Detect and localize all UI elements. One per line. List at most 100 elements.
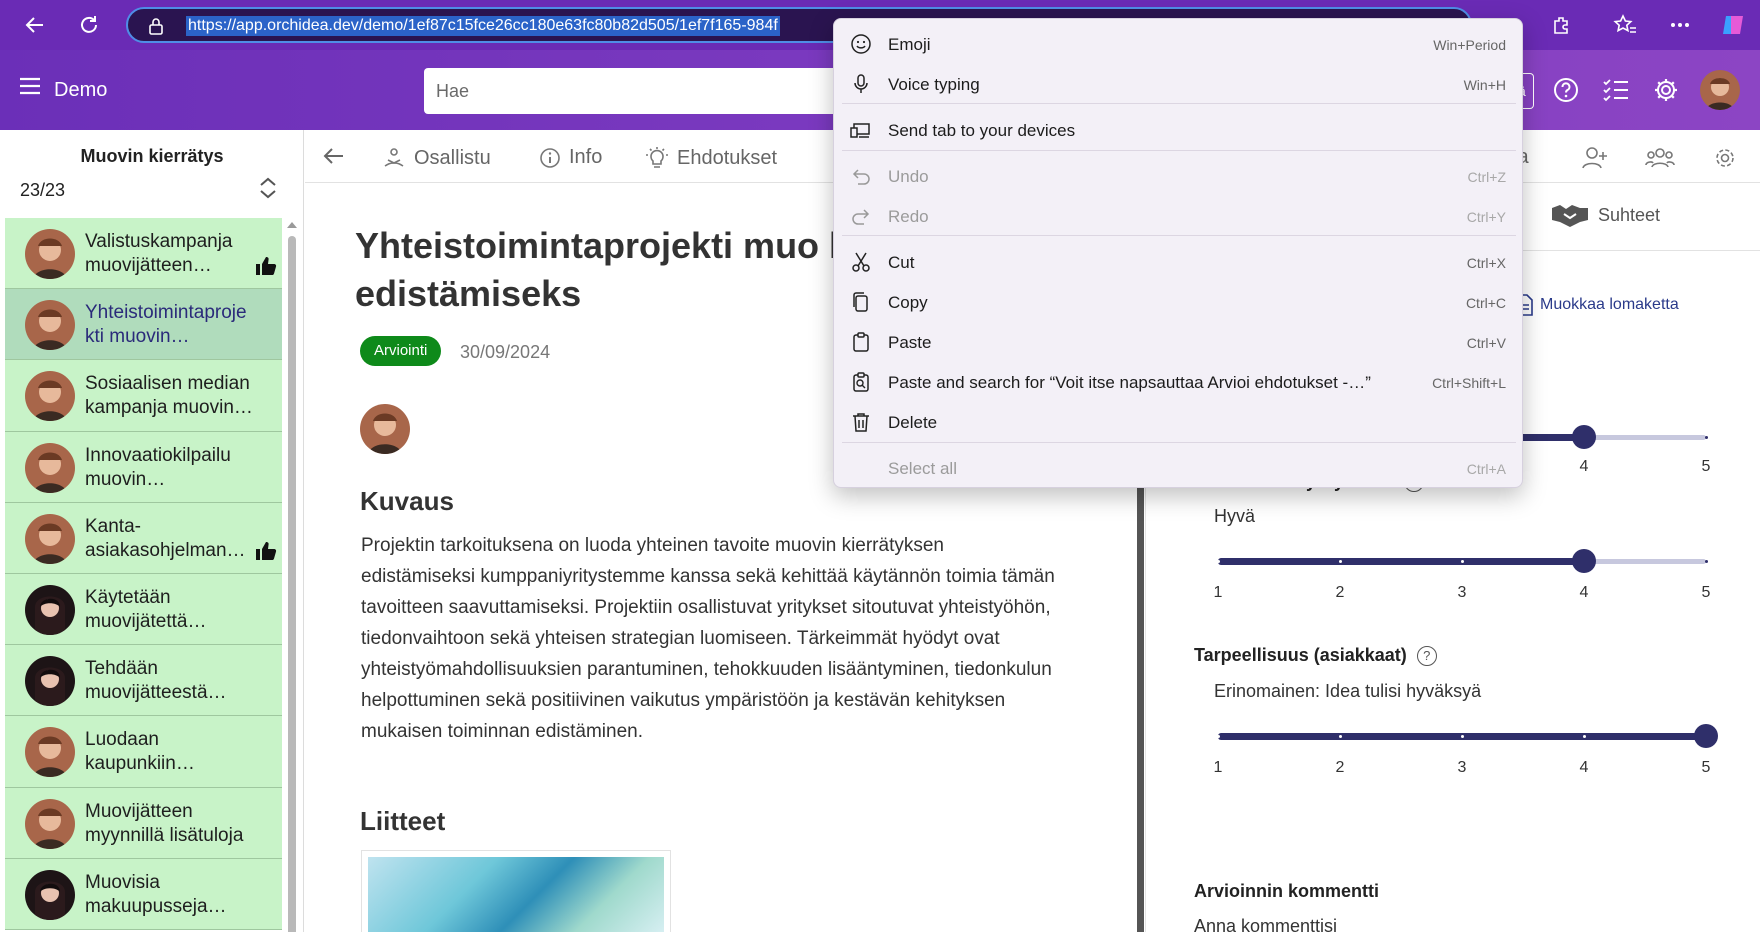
criterion-3-value: Erinomainen: Idea tulisi hyväksyä — [1214, 681, 1482, 701]
idea-list-item[interactable]: Käytetään muovijätettä… — [5, 573, 282, 646]
menu-item-copy[interactable]: Copy Ctrl+C — [834, 283, 1524, 321]
sidebar-scrollbar[interactable] — [287, 222, 297, 932]
criterion-2-value: Hyvä — [1214, 506, 1256, 526]
tab-ehdotukset[interactable]: Ehdotukset — [645, 146, 777, 170]
edit-form-link[interactable]: Muokkaa lomaketta — [1516, 294, 1679, 316]
criterion-label-tarpeellisuus: Tarpeellisuus (asiakkaat) ? — [1194, 645, 1437, 666]
idea-list-item[interactable]: Muovijätteen myynnillä lisätuloja — [5, 787, 282, 859]
extensions-icon[interactable] — [1545, 8, 1579, 42]
menu-separator — [842, 150, 1516, 151]
pane-resizer[interactable] — [1137, 483, 1144, 932]
menu-item-undo: Undo Ctrl+Z — [834, 157, 1524, 195]
scroll-thumb[interactable] — [288, 236, 296, 932]
participate-icon — [384, 148, 404, 167]
slider-fill — [1218, 558, 1584, 565]
comment-input[interactable]: Anna kommenttisi — [1194, 916, 1337, 932]
menu-item-shortcut: Ctrl+Z — [1467, 169, 1507, 185]
menu-item-shortcut: Ctrl+X — [1466, 255, 1506, 271]
tab-osallistu[interactable]: Osallistu — [382, 146, 491, 170]
idea-list-item[interactable]: Luodaan kaupunkiin… — [5, 716, 282, 788]
slider-tick-label: 4 — [1579, 584, 1589, 601]
copilot-icon[interactable] — [1716, 8, 1750, 42]
avatar — [25, 442, 75, 493]
scroll-up-arrow-icon[interactable] — [287, 222, 297, 228]
menu-item-label: Undo — [888, 167, 929, 186]
emoji-icon — [850, 33, 872, 55]
gear-icon[interactable] — [1650, 74, 1682, 106]
add-person-icon[interactable] — [1581, 146, 1609, 170]
app-title[interactable]: Demo — [54, 79, 107, 102]
slider-tick-label: 5 — [1701, 584, 1711, 601]
idea-list-item[interactable]: Tehdään muovijätteestä… — [5, 645, 282, 717]
menu-icon[interactable] — [18, 76, 42, 101]
menu-item-devices[interactable]: Send tab to your devices — [834, 111, 1524, 149]
menu-item-paste[interactable]: Paste Ctrl+V — [834, 323, 1524, 361]
menu-item-shortcut: Win+H — [1463, 77, 1506, 93]
tab-info[interactable]: Info — [539, 146, 602, 169]
idea-list-item[interactable]: Sosiaalisen median kampanja muovin… — [5, 360, 282, 432]
user-avatar[interactable] — [1700, 70, 1740, 110]
idea-list-item[interactable]: Yhteistoimintaproje kti muovin… — [5, 289, 282, 361]
criterion-slider-2[interactable] — [1214, 546, 1714, 576]
attachment-thumbnail[interactable] — [361, 850, 671, 932]
menu-item-trash[interactable]: Delete — [834, 403, 1524, 441]
avatar — [25, 656, 75, 707]
slider-tick-label: 2 — [1335, 759, 1345, 776]
menu-item-label: Paste — [888, 333, 932, 352]
back-arrow-icon[interactable] — [323, 146, 345, 166]
avatar — [25, 798, 75, 849]
slider-tick-label: 5 — [1701, 458, 1711, 475]
settings-icon[interactable] — [1713, 146, 1737, 170]
criterion-slider-3[interactable] — [1214, 721, 1718, 751]
idea-list-item-label: Luodaan kaupunkiin… — [85, 729, 195, 775]
avatar — [25, 869, 75, 920]
copy-icon — [850, 291, 872, 313]
slider-step-dot — [1705, 560, 1708, 563]
tab-ehdotukset-label: Ehdotukset — [677, 146, 778, 169]
idea-list-item-label: Innovaatiokilpailu muovin… — [85, 444, 231, 490]
favorites-icon[interactable] — [1608, 8, 1642, 42]
idea-list-item[interactable]: Kanta-asiakasohjelman… — [5, 502, 282, 574]
menu-item-label: Redo — [888, 207, 929, 226]
idea-list-item[interactable]: Muovisia makuupusseja… — [5, 858, 282, 930]
slider-step-dot — [1583, 735, 1586, 738]
slider-step-dot — [1705, 436, 1708, 439]
menu-item-emoji[interactable]: Emoji Win+Period — [834, 25, 1524, 63]
menu-item-redo: Redo Ctrl+Y — [834, 197, 1524, 235]
idea-list-item[interactable]: Innovaatiokilpailu muovin… — [5, 431, 282, 503]
slider-tick-label: 5 — [1701, 759, 1711, 776]
slider-step-dot — [1461, 735, 1464, 738]
menu-item-shortcut: Win+Period — [1433, 37, 1506, 53]
help-icon[interactable]: ? — [1416, 645, 1437, 666]
help-icon[interactable] — [1550, 74, 1582, 106]
slider-knob[interactable] — [1572, 425, 1596, 449]
back-icon[interactable] — [18, 8, 52, 42]
idea-list-item-label: Sosiaalisen median kampanja muovin… — [85, 373, 253, 419]
more-icon[interactable] — [1663, 8, 1697, 42]
refresh-icon[interactable] — [72, 8, 106, 42]
sort-icon[interactable] — [258, 176, 278, 205]
url-text[interactable]: https://app.orchidea.dev/demo/1ef87c15fc… — [186, 16, 780, 36]
menu-item-microphone[interactable]: Voice typing Win+H — [834, 65, 1524, 103]
lock-icon — [148, 17, 164, 40]
menu-item-label: Voice typing — [888, 75, 980, 94]
group-icon[interactable] — [1645, 146, 1675, 170]
slider-knob[interactable] — [1572, 549, 1596, 573]
avatar — [25, 513, 75, 564]
slider-tick-label: 4 — [1579, 458, 1589, 475]
slider-knob[interactable] — [1694, 724, 1718, 748]
comment-heading: Arvioinnin kommentti — [1194, 881, 1379, 902]
idea-list-item-label: Tehdään muovijätteestä… — [85, 658, 227, 704]
slider-tick-label: 3 — [1457, 759, 1467, 776]
tab-suhteet[interactable]: Suhteet — [1550, 202, 1660, 228]
idea-list-item[interactable]: Valistuskampanja muovijätteen… — [5, 218, 282, 290]
menu-item-scissors[interactable]: Cut Ctrl+X — [834, 243, 1524, 281]
author-avatar[interactable] — [360, 404, 410, 454]
menu-item-shortcut: Ctrl+A — [1466, 461, 1506, 477]
menu-item-paste-search[interactable]: Paste and search for “Voit itse napsautt… — [834, 363, 1524, 401]
avatar — [25, 371, 75, 422]
search-input[interactable]: Hae — [424, 68, 844, 114]
idea-date: 30/09/2024 — [460, 342, 551, 362]
criterion-3-ticks: 1 2 3 4 5 — [1214, 759, 1714, 779]
checklist-icon[interactable] — [1600, 74, 1632, 106]
